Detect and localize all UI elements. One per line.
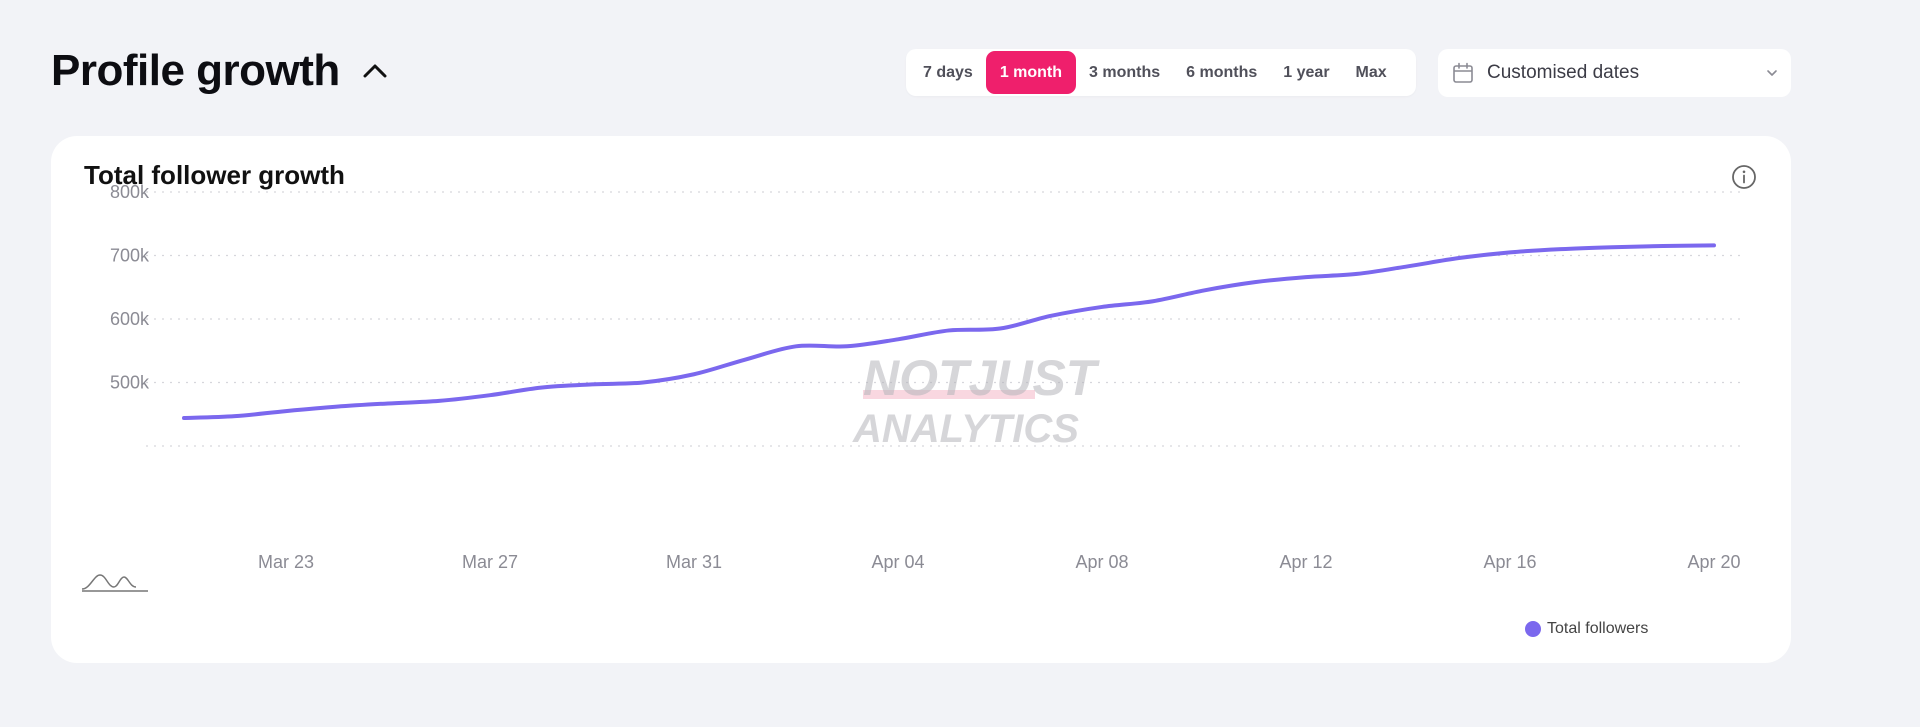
y-tick-label: 500k xyxy=(110,373,150,393)
range-3-months-button[interactable]: 3 months xyxy=(1076,51,1173,94)
data-point[interactable] xyxy=(484,389,496,401)
data-point[interactable] xyxy=(841,340,853,352)
data-point[interactable] xyxy=(1198,284,1210,296)
data-point[interactable] xyxy=(994,323,1006,335)
data-point[interactable] xyxy=(586,378,598,390)
range-7-days-button[interactable]: 7 days xyxy=(910,51,986,94)
data-point[interactable] xyxy=(637,377,649,389)
time-range-selector: 7 days 1 month 3 months 6 months 1 year … xyxy=(906,49,1416,96)
chart-type-toggle-icon[interactable] xyxy=(80,569,150,593)
x-tick-label: Apr 20 xyxy=(1687,552,1740,572)
chevron-down-icon xyxy=(1767,70,1777,76)
calendar-icon xyxy=(1453,62,1473,83)
data-point[interactable] xyxy=(1096,301,1108,313)
data-point[interactable] xyxy=(1402,260,1414,272)
page-header: Profile growth xyxy=(51,46,390,96)
x-tick-label: Mar 23 xyxy=(258,552,314,572)
data-point[interactable] xyxy=(688,368,700,380)
x-tick-label: Apr 04 xyxy=(871,552,924,572)
data-point[interactable] xyxy=(280,405,292,417)
x-axis-ticks: Mar 23 Mar 27 Mar 31 Apr 04 Apr 08 Apr 12 Apr … xyxy=(258,552,1741,572)
data-point[interactable] xyxy=(1606,241,1618,253)
data-point[interactable] xyxy=(1708,239,1720,251)
data-point[interactable] xyxy=(1249,276,1261,288)
data-point[interactable] xyxy=(1147,295,1159,307)
x-tick-label: Mar 27 xyxy=(462,552,518,572)
x-tick-label: Apr 16 xyxy=(1483,552,1536,572)
data-point[interactable] xyxy=(790,340,802,352)
y-tick-label: 700k xyxy=(110,246,150,266)
range-1-year-button[interactable]: 1 year xyxy=(1270,51,1342,94)
data-point[interactable] xyxy=(739,354,751,366)
data-point[interactable] xyxy=(1300,271,1312,283)
data-point[interactable] xyxy=(229,410,241,422)
legend-dot xyxy=(1525,621,1541,637)
x-tick-label: Apr 08 xyxy=(1075,552,1128,572)
y-axis-ticks: 500k 600k 700k 800k xyxy=(110,182,150,393)
date-picker-label: Customised dates xyxy=(1487,62,1640,83)
data-point[interactable] xyxy=(1351,268,1363,280)
data-point[interactable] xyxy=(1504,246,1516,258)
y-tick-label: 600k xyxy=(110,309,150,329)
data-point[interactable] xyxy=(1453,252,1465,264)
page-title: Profile growth xyxy=(51,46,340,95)
data-point[interactable] xyxy=(943,324,955,336)
data-point[interactable] xyxy=(535,382,547,394)
range-1-month-button[interactable]: 1 month xyxy=(985,51,1077,94)
x-tick-label: Apr 12 xyxy=(1279,552,1332,572)
data-point[interactable] xyxy=(178,412,190,424)
chevron-up-icon[interactable] xyxy=(360,56,390,86)
range-6-months-button[interactable]: 6 months xyxy=(1173,51,1270,94)
data-point[interactable] xyxy=(1555,243,1567,255)
line-chart: 500k 600k 700k 800k Mar 23 Mar 27 Mar 31 Apr 0… xyxy=(110,182,1744,572)
follower-growth-card: Total follower growth 500k 600k 700k 800k M… xyxy=(51,136,1791,663)
data-point[interactable] xyxy=(1657,240,1669,252)
data-point[interactable] xyxy=(1045,310,1057,322)
data-point[interactable] xyxy=(892,333,904,345)
y-tick-label: 800k xyxy=(110,182,150,202)
series-layer xyxy=(178,239,1720,424)
x-tick-label: Mar 31 xyxy=(666,552,722,572)
range-max-button[interactable]: Max xyxy=(1343,51,1400,94)
chart-legend: Total followers xyxy=(1525,620,1648,638)
legend-label: Total followers xyxy=(1547,620,1649,637)
data-point[interactable] xyxy=(433,395,445,407)
data-point[interactable] xyxy=(331,401,343,413)
customised-dates-dropdown[interactable]: Customised dates xyxy=(1438,49,1791,97)
data-point[interactable] xyxy=(382,397,394,409)
